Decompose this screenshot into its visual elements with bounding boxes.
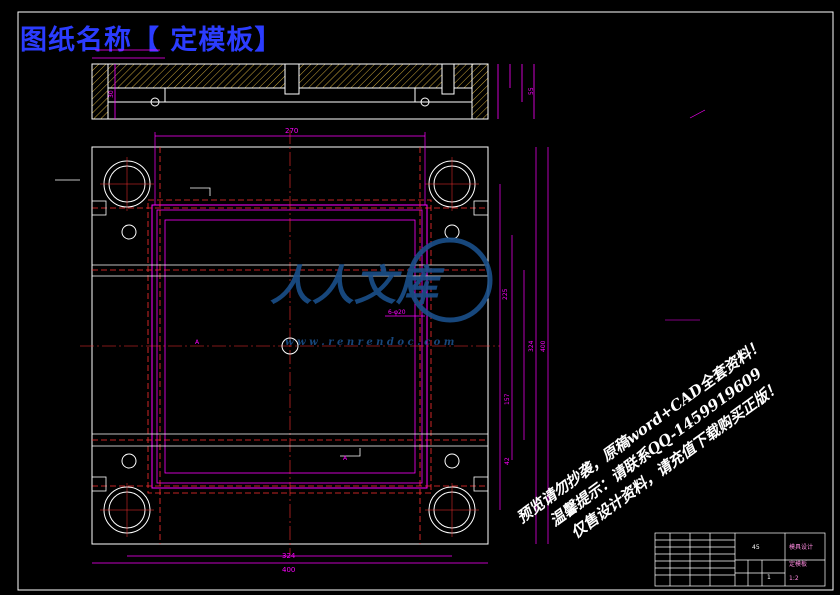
tb-school: 模具设计 — [789, 543, 813, 551]
watermark-logo: 人人文库 w w w . r e n r e n d o c . c o m — [270, 237, 493, 348]
title-block — [654, 532, 826, 587]
section-markers — [55, 179, 361, 457]
sprue-cut — [284, 63, 300, 95]
watermark-brand: 人人文库 — [270, 261, 445, 310]
dim-bottom-total: 400 — [282, 566, 295, 574]
dim-right-total: 400 — [540, 340, 547, 352]
section-dim-30: 30 — [108, 90, 115, 98]
section-dim-55: 55 — [528, 87, 535, 95]
tb-ratio: 1:2 — [789, 575, 799, 582]
tb-scale: 45 — [752, 544, 760, 551]
watermark-url: w w w . r e n r e n d o c . c o m — [285, 337, 454, 348]
dim-right-mid: 225 — [502, 288, 509, 300]
dim-right-small: 42 — [504, 457, 511, 465]
drawing-canvas: 图纸名称【 定模板】 55 30 270 324 400 6-φ20 225 3… — [0, 0, 840, 595]
section-wall-left — [91, 63, 109, 120]
dim-bottom-inner: 324 — [282, 552, 296, 560]
tb-qty: 1 — [767, 574, 771, 581]
dim-270: 270 — [285, 127, 298, 135]
dim-right-inner: 324 — [528, 340, 535, 352]
side-annotation — [665, 109, 706, 321]
tb-drawing: 定模板 — [789, 560, 807, 568]
dim-right-low: 157 — [504, 393, 511, 405]
pin-cut — [441, 63, 455, 95]
watermark-line2: 温馨提示：请联系QQ-1459919609 — [546, 364, 765, 530]
watermark-text: 预览请勿抄袭，原稿word+CAD全套资料！ 温馨提示：请联系QQ-145991… — [513, 336, 784, 542]
section-label-a: A — [195, 339, 200, 346]
hole-note: 6-φ20 — [388, 309, 406, 316]
section-wall-right — [471, 63, 489, 120]
cad-drawing: 55 30 270 324 400 6-φ20 225 324 400 157 … — [17, 11, 834, 591]
section-view — [91, 63, 489, 120]
